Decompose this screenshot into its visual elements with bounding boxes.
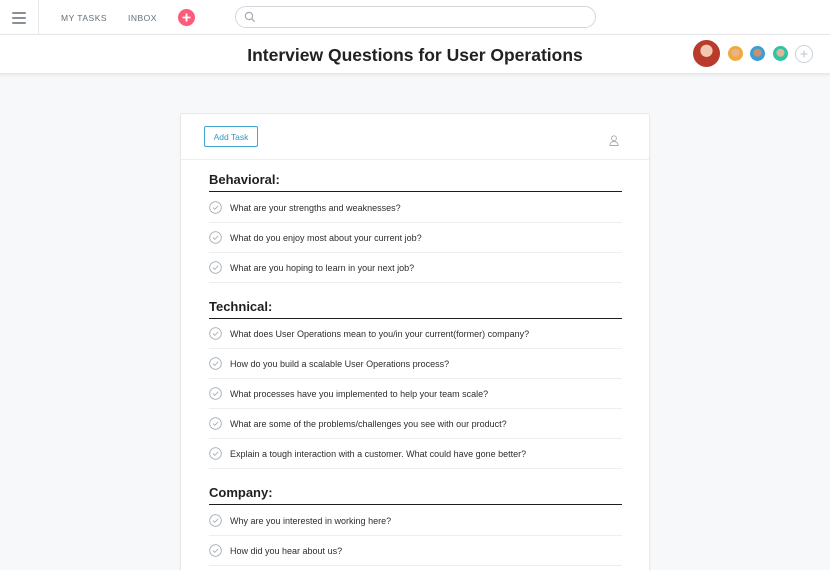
task-name[interactable]: Why are you interested in working here? bbox=[230, 516, 391, 526]
check-circle-icon[interactable] bbox=[209, 417, 222, 430]
search-input[interactable] bbox=[235, 6, 596, 28]
project-header: Interview Questions for User Operations bbox=[0, 35, 830, 74]
check-circle-icon[interactable] bbox=[209, 201, 222, 214]
task-row[interactable]: What processes have you implemented to h… bbox=[209, 379, 622, 409]
task-row[interactable]: What are you hoping to learn in your nex… bbox=[209, 253, 622, 283]
task-name[interactable]: What are some of the problems/challenges… bbox=[230, 419, 507, 429]
task-name[interactable]: What does User Operations mean to you/in… bbox=[230, 329, 529, 339]
add-member-button[interactable] bbox=[795, 45, 813, 63]
task-row[interactable]: Explain a tough interaction with a custo… bbox=[209, 439, 622, 469]
avatar[interactable] bbox=[772, 45, 789, 62]
section-header[interactable]: Company: bbox=[209, 485, 622, 505]
section-header[interactable]: Behavioral: bbox=[209, 172, 622, 192]
check-circle-icon[interactable] bbox=[209, 544, 222, 557]
task-row[interactable]: How did you hear about us? bbox=[209, 536, 622, 566]
task-name[interactable]: Explain a tough interaction with a custo… bbox=[230, 449, 526, 459]
task-name[interactable]: How did you hear about us? bbox=[230, 546, 342, 556]
person-icon[interactable] bbox=[609, 135, 619, 146]
task-row[interactable]: What are some of the problems/challenges… bbox=[209, 409, 622, 439]
check-circle-icon[interactable] bbox=[209, 261, 222, 274]
check-circle-icon[interactable] bbox=[209, 447, 222, 460]
list-toolbar: Add Task bbox=[181, 114, 649, 160]
task-row[interactable]: What are your strengths and weaknesses? bbox=[209, 193, 622, 223]
task-row[interactable]: Why are you interested in working here? bbox=[209, 506, 622, 536]
top-bar: MY TASKS INBOX bbox=[0, 0, 830, 35]
add-task-button[interactable]: Add Task bbox=[204, 126, 258, 147]
task-name[interactable]: What are your strengths and weaknesses? bbox=[230, 203, 401, 213]
plus-icon bbox=[800, 50, 808, 58]
avatar[interactable] bbox=[749, 45, 766, 62]
check-circle-icon[interactable] bbox=[209, 387, 222, 400]
task-name[interactable]: What do you enjoy most about your curren… bbox=[230, 233, 422, 243]
menu-icon[interactable] bbox=[0, 0, 39, 35]
check-circle-icon[interactable] bbox=[209, 514, 222, 527]
nav-my-tasks[interactable]: MY TASKS bbox=[61, 13, 107, 23]
task-row[interactable]: How do you build a scalable User Operati… bbox=[209, 349, 622, 379]
check-circle-icon[interactable] bbox=[209, 357, 222, 370]
nav-inbox[interactable]: INBOX bbox=[128, 13, 157, 23]
task-name[interactable]: What are you hoping to learn in your nex… bbox=[230, 263, 414, 273]
task-name[interactable]: What processes have you implemented to h… bbox=[230, 389, 488, 399]
task-row[interactable]: What do you enjoy most about your curren… bbox=[209, 223, 622, 253]
task-name[interactable]: How do you build a scalable User Operati… bbox=[230, 359, 449, 369]
check-circle-icon[interactable] bbox=[209, 327, 222, 340]
task-list-card: Add Task Behavioral: What are your stren… bbox=[180, 113, 650, 570]
check-circle-icon[interactable] bbox=[209, 231, 222, 244]
section-header[interactable]: Technical: bbox=[209, 299, 622, 319]
avatar[interactable] bbox=[727, 45, 744, 62]
plus-icon bbox=[182, 13, 191, 22]
task-row[interactable]: What does User Operations mean to you/in… bbox=[209, 319, 622, 349]
quick-add-button[interactable] bbox=[178, 9, 195, 26]
avatar[interactable] bbox=[692, 39, 721, 68]
search-icon bbox=[244, 11, 256, 23]
